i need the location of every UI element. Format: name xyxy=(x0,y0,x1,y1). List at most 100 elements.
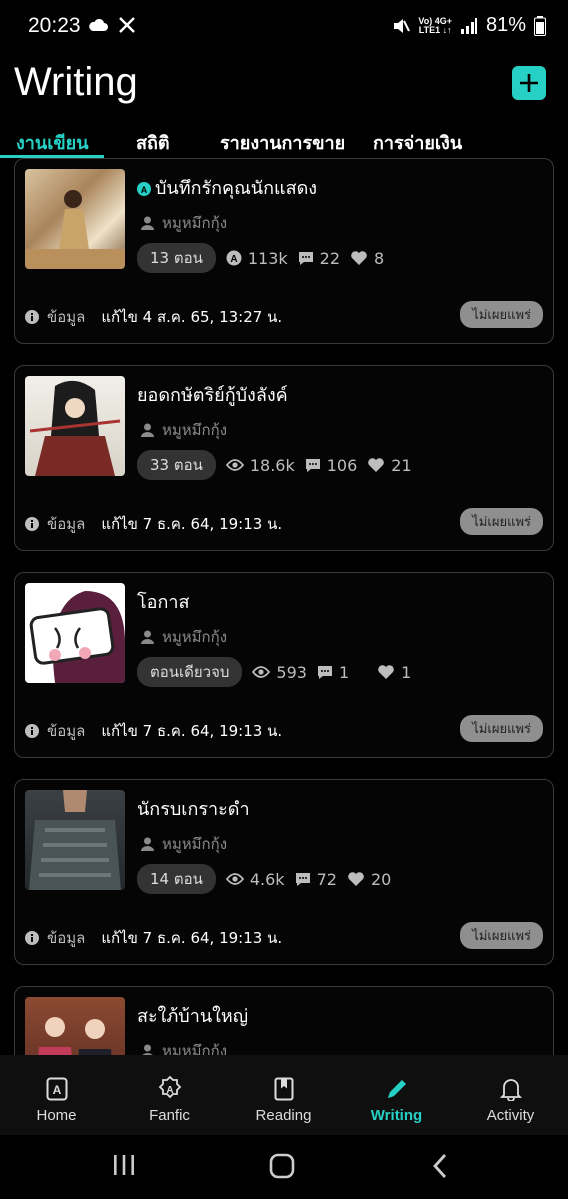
home-system-icon[interactable] xyxy=(269,1153,295,1179)
work-card[interactable]: โอกาส หมูหมึกกุ้ง ตอนเดียวจบ 593 1 1 ข้อ… xyxy=(14,572,554,758)
clock: 20:23 xyxy=(28,14,81,37)
nav-reading[interactable]: Reading xyxy=(227,1075,340,1124)
cover-image xyxy=(25,169,125,269)
comment-count: 72 xyxy=(316,869,337,889)
eye-icon xyxy=(225,459,244,471)
edited-date: แก้ไข 7 ธ.ค. 64, 19:13 น. xyxy=(101,515,283,533)
like-count: 21 xyxy=(391,455,412,475)
cover-image xyxy=(25,997,125,1055)
cover-image xyxy=(25,376,125,476)
work-meta: ข้อมูล แก้ไข 4 ส.ค. 65, 13:27 น. xyxy=(25,305,282,329)
cover-image xyxy=(25,583,125,683)
work-title[interactable]: สะใภ้บ้านใหญ่ xyxy=(137,1001,248,1030)
author: หมูหมึกกุ้ง xyxy=(141,625,227,649)
recent-apps-icon[interactable] xyxy=(112,1153,136,1177)
fanfic-views-icon: A xyxy=(226,250,242,266)
work-meta: ข้อมูล แก้ไข 7 ธ.ค. 64, 19:13 น. xyxy=(25,719,282,743)
status-badge: ไม่เผยแพร่ xyxy=(460,508,543,535)
info-icon[interactable] xyxy=(25,310,39,324)
svg-text:A: A xyxy=(52,1083,61,1097)
bell-icon xyxy=(499,1079,522,1101)
work-meta: ข้อมูล แก้ไข 7 ธ.ค. 64, 19:13 น. xyxy=(25,926,282,950)
info-link[interactable]: ข้อมูล xyxy=(47,719,85,743)
tab-payment[interactable]: การจ่ายเงิน xyxy=(373,128,462,157)
heart-icon xyxy=(368,458,385,472)
user-icon xyxy=(141,423,154,437)
add-work-button[interactable] xyxy=(512,66,546,100)
mute-icon xyxy=(394,18,411,33)
nav-home[interactable]: A Home xyxy=(0,1075,113,1124)
bottom-navigation: A Home A Fanfic Reading Writing Activity xyxy=(0,1055,568,1135)
author: หมูหมึกกุ้ง xyxy=(141,1039,227,1055)
status-badge: ไม่เผยแพร่ xyxy=(460,715,543,742)
info-icon[interactable] xyxy=(25,931,39,945)
author: หมูหมึกกุ้ง xyxy=(141,418,227,442)
like-count: 1 xyxy=(401,662,412,682)
work-stats: 14 ตอน 4.6k 72 20 xyxy=(137,864,391,894)
work-card[interactable]: นักรบเกราะดำ หมูหมึกกุ้ง 14 ตอน 4.6k 72 … xyxy=(14,779,554,965)
works-list[interactable]: A บันทึกรักคุณนักแสดง หมูหมึกกุ้ง 13 ตอน … xyxy=(0,158,568,1055)
work-title[interactable]: A บันทึกรักคุณนักแสดง xyxy=(137,173,317,202)
comment-icon xyxy=(298,252,313,265)
work-meta: ข้อมูล แก้ไข 7 ธ.ค. 64, 19:13 น. xyxy=(25,512,282,536)
view-count: 4.6k xyxy=(249,869,285,889)
signal-icon xyxy=(460,17,477,34)
info-link[interactable]: ข้อมูล xyxy=(47,512,85,536)
pencil-icon xyxy=(387,1080,406,1098)
like-count: 20 xyxy=(370,869,392,889)
tab-bar: งานเขียน สถิติ รายงานการขาย การจ่ายเงิน xyxy=(0,124,568,158)
tab-sales-report[interactable]: รายงานการขาย xyxy=(220,128,345,157)
comment-icon xyxy=(305,459,320,472)
bookmark-book-icon xyxy=(274,1077,293,1101)
eye-icon xyxy=(225,873,244,885)
svg-text:A: A xyxy=(141,185,148,195)
eye-icon xyxy=(252,666,271,678)
work-stats: ตอนเดียวจบ 593 1 1 xyxy=(137,657,411,687)
comment-icon xyxy=(295,873,310,886)
heart-icon xyxy=(378,665,394,679)
work-card[interactable]: ยอดกษัตริย์กู้บังลังค์ หมูหมึกกุ้ง 33 ตอ… xyxy=(14,365,554,551)
work-title[interactable]: นักรบเกราะดำ xyxy=(137,794,250,823)
svg-text:A: A xyxy=(230,254,237,265)
x-logo-icon xyxy=(119,17,135,33)
author: หมูหมึกกุ้ง xyxy=(141,832,227,856)
work-title[interactable]: โอกาส xyxy=(137,587,189,616)
edited-date: แก้ไข 7 ธ.ค. 64, 19:13 น. xyxy=(101,929,283,947)
nav-activity[interactable]: Activity xyxy=(454,1075,567,1124)
plus-icon xyxy=(520,74,538,92)
cloud-icon xyxy=(89,18,108,31)
work-stats: 13 ตอน A 113k 22 8 xyxy=(137,243,384,273)
nav-writing[interactable]: Writing xyxy=(340,1075,453,1124)
view-count: 593 xyxy=(276,662,307,682)
comment-count: 106 xyxy=(326,455,358,475)
view-count: 113k xyxy=(247,248,288,268)
user-icon xyxy=(141,837,154,851)
svg-text:A: A xyxy=(166,1085,173,1096)
nav-fanfic[interactable]: A Fanfic xyxy=(113,1075,226,1124)
back-icon[interactable] xyxy=(430,1153,450,1179)
edited-date: แก้ไข 4 ส.ค. 65, 13:27 น. xyxy=(101,308,283,326)
work-title[interactable]: ยอดกษัตริย์กู้บังลังค์ xyxy=(137,380,288,409)
comment-count: 22 xyxy=(319,248,341,268)
heart-icon xyxy=(351,251,367,265)
status-badge: ไม่เผยแพร่ xyxy=(460,301,543,328)
work-card[interactable]: สะใภ้บ้านใหญ่ หมูหมึกกุ้ง xyxy=(14,986,554,1055)
edited-date: แก้ไข 7 ธ.ค. 64, 19:13 น. xyxy=(101,722,283,740)
view-count: 18.6k xyxy=(249,455,295,475)
work-card[interactable]: A บันทึกรักคุณนักแสดง หมูหมึกกุ้ง 13 ตอน … xyxy=(14,158,554,344)
like-count: 8 xyxy=(374,248,385,268)
fanfic-badge-icon: A xyxy=(137,182,151,196)
chapter-count: 14 ตอน xyxy=(137,864,216,894)
tab-stats[interactable]: สถิติ xyxy=(136,128,170,157)
chapter-count: 33 ตอน xyxy=(137,450,216,480)
user-icon xyxy=(142,1044,153,1055)
user-icon xyxy=(141,216,154,230)
info-icon[interactable] xyxy=(25,724,39,738)
cover-image xyxy=(25,790,125,890)
info-link[interactable]: ข้อมูล xyxy=(47,305,85,329)
info-icon[interactable] xyxy=(25,517,39,531)
user-icon xyxy=(141,630,154,644)
battery-level: 81% xyxy=(485,14,526,36)
info-link[interactable]: ข้อมูล xyxy=(47,926,85,950)
tab-works[interactable]: งานเขียน xyxy=(16,128,89,157)
